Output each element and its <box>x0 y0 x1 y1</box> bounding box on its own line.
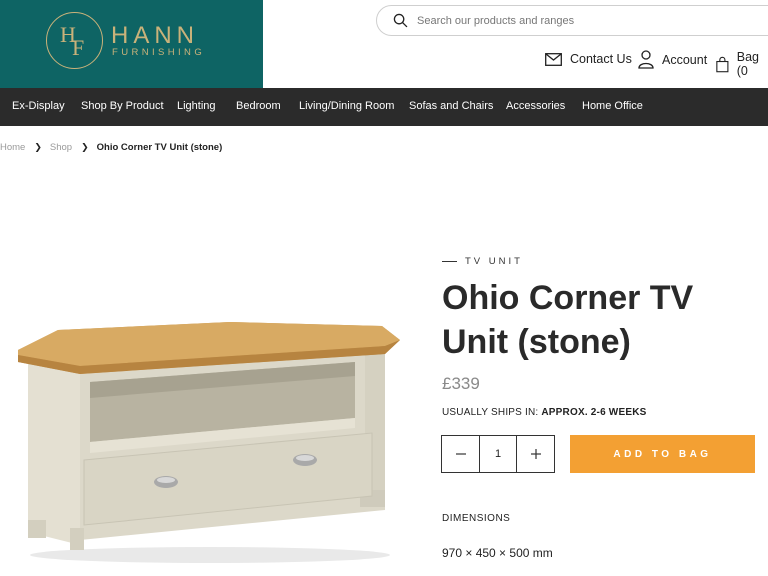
shipping-label: USUALLY SHIPS IN: <box>442 407 539 418</box>
search-input[interactable] <box>417 12 757 30</box>
quantity-stepper: 1 <box>441 435 555 473</box>
nav-item-lighting[interactable]: Lighting <box>177 100 216 112</box>
chevron-right-icon: ❯ <box>81 142 89 152</box>
search-icon[interactable] <box>393 13 408 28</box>
breadcrumb-shop[interactable]: Shop <box>50 142 72 153</box>
product-category-label: TV UNIT <box>465 256 523 267</box>
monogram-letter-f: F <box>72 35 85 60</box>
contact-us-link[interactable]: Contact Us <box>545 52 632 66</box>
brand-subtitle: FURNISHING <box>112 47 206 58</box>
envelope-icon <box>545 52 562 66</box>
dimensions-label: DIMENSIONS <box>442 513 511 524</box>
chevron-right-icon: ❯ <box>34 142 42 152</box>
nav-item-ex-display[interactable]: Ex-Display <box>12 100 65 112</box>
breadcrumb: Home ❯ Shop ❯ Ohio Corner TV Unit (stone… <box>0 142 222 153</box>
account-link[interactable]: Account <box>638 50 707 69</box>
product-image[interactable] <box>10 310 405 570</box>
product-title: Ohio Corner TV Unit (stone) <box>442 279 694 361</box>
nav-item-living-dining[interactable]: Living/Dining Room <box>299 100 394 112</box>
breadcrumb-current: Ohio Corner TV Unit (stone) <box>96 142 223 153</box>
add-to-bag-button[interactable]: ADD TO BAG <box>570 435 755 473</box>
shipping-info: USUALLY SHIPS IN: APPROX. 2-6 WEEKS <box>442 407 646 418</box>
decrease-quantity-button[interactable] <box>442 436 479 472</box>
bag-label: Bag (0 <box>736 50 759 78</box>
product-category: TV UNIT <box>442 256 523 267</box>
account-label: Account <box>662 52 708 67</box>
quantity-field[interactable]: 1 <box>479 436 517 472</box>
increase-quantity-button[interactable] <box>517 436 554 472</box>
plus-icon <box>530 449 541 459</box>
bag-icon <box>716 56 729 72</box>
brand-monogram: H F <box>46 12 103 69</box>
nav-item-accessories[interactable]: Accessories <box>506 100 565 112</box>
brand-logo[interactable]: H F HANN FURNISHING <box>0 0 263 88</box>
search-bar[interactable] <box>376 5 768 36</box>
breadcrumb-home[interactable]: Home <box>0 142 25 153</box>
bag-link[interactable]: Bag (0 <box>716 50 768 78</box>
user-icon <box>638 50 654 69</box>
brand-name: HANN <box>111 22 200 49</box>
main-nav: Ex-Display Shop By Product Lighting Bedr… <box>0 88 768 126</box>
category-dash <box>442 261 457 262</box>
nav-item-home-office[interactable]: Home Office <box>582 100 643 112</box>
dimensions-value: 970 × 450 × 500 mm <box>442 546 553 560</box>
shipping-value: APPROX. 2-6 WEEKS <box>541 407 647 418</box>
minus-icon <box>455 453 466 455</box>
nav-item-shop-by-product[interactable]: Shop By Product <box>81 100 164 112</box>
nav-item-sofas-chairs[interactable]: Sofas and Chairs <box>409 100 493 112</box>
nav-item-bedroom[interactable]: Bedroom <box>236 100 281 112</box>
contact-us-label: Contact Us <box>570 52 632 66</box>
product-price: £339 <box>442 374 480 393</box>
